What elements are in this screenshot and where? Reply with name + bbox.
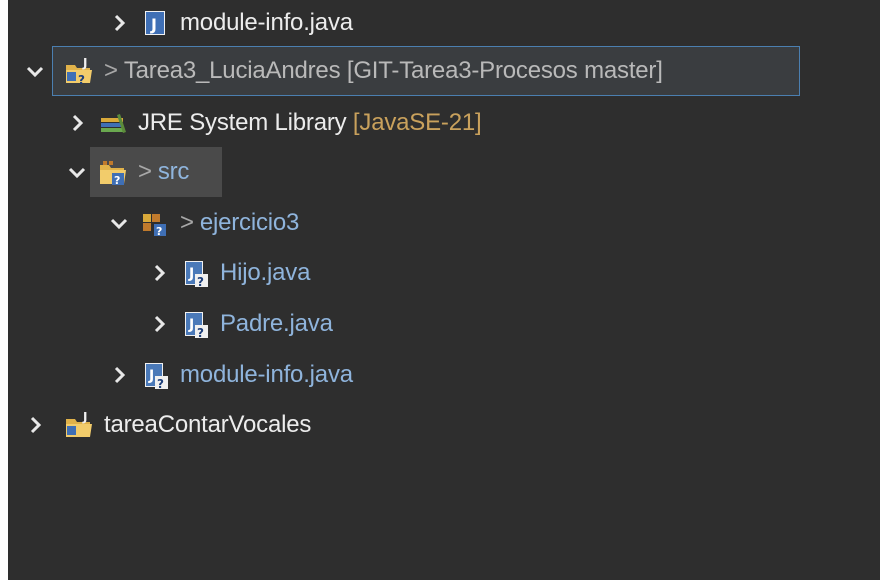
chevron-down-icon[interactable] <box>24 60 46 82</box>
svg-text:?: ? <box>78 73 85 86</box>
library-books-icon <box>98 108 128 138</box>
project-name: tareaContarVocales <box>104 411 312 438</box>
svg-text:?: ? <box>197 326 204 339</box>
chevron-right-icon[interactable] <box>108 12 130 34</box>
tree-item-src[interactable]: ? > src <box>8 147 880 197</box>
library-version-suffix: [JavaSE-21] <box>352 109 482 136</box>
tree-item-project-tarea3[interactable]: ? J > Tarea3_LuciaAndres [GIT-Tarea3-Proc… <box>8 46 880 96</box>
java-module-file-icon: J <box>140 8 170 38</box>
git-decorator: > <box>138 158 152 185</box>
svg-text:J: J <box>188 266 194 282</box>
svg-text:J: J <box>82 56 87 70</box>
source-folder-unknown-icon: ? <box>98 157 128 187</box>
tree-item-project-tareacontarvocales[interactable]: J tareaContarVocales <box>8 400 880 450</box>
java-project-unknown-icon: ? J <box>64 56 94 86</box>
chevron-right-icon[interactable] <box>108 364 130 386</box>
svg-text:?: ? <box>157 377 164 390</box>
git-branch-suffix: [GIT-Tarea3-Procesos master] <box>346 57 663 84</box>
svg-text:?: ? <box>114 174 120 187</box>
java-file-unknown-icon: J ? <box>180 309 210 339</box>
java-project-icon: J <box>64 410 94 440</box>
chevron-right-icon[interactable] <box>24 414 46 436</box>
tree-item-module-info[interactable]: J ? module-info.java <box>8 350 880 400</box>
library-label: JRE System Library <box>138 109 347 136</box>
git-decorator: > <box>180 209 194 236</box>
file-name: module-info.java <box>180 361 353 388</box>
tree-item-module-info-top[interactable]: J module-info.java <box>8 0 880 48</box>
svg-text:J: J <box>150 15 157 34</box>
file-name: Padre.java <box>220 310 333 337</box>
java-file-unknown-icon: J ? <box>140 360 170 390</box>
package-unknown-icon: ? <box>140 208 170 238</box>
git-decorator: > <box>104 57 118 84</box>
tree-item-package-ejercicio3[interactable]: ? > ejercicio3 <box>8 198 880 248</box>
svg-text:J: J <box>148 368 154 384</box>
chevron-right-icon[interactable] <box>66 112 88 134</box>
file-name: Hijo.java <box>220 259 311 286</box>
chevron-right-icon[interactable] <box>148 262 170 284</box>
tree-item-label: module-info.java <box>180 9 353 36</box>
svg-text:J: J <box>82 410 87 424</box>
tree-item-hijo-java[interactable]: J ? Hijo.java <box>8 248 880 298</box>
chevron-down-icon[interactable] <box>66 161 88 183</box>
package-name: ejercicio3 <box>199 209 300 236</box>
src-folder-name: src <box>157 158 190 185</box>
svg-text:J: J <box>188 317 194 333</box>
java-file-unknown-icon: J ? <box>180 258 210 288</box>
package-explorer-tree: J module-info.java ? J > Tarea3_LuciaAndr… <box>8 0 880 580</box>
chevron-right-icon[interactable] <box>148 313 170 335</box>
svg-text:?: ? <box>156 225 162 238</box>
tree-item-jre-library[interactable]: JRE System Library [JavaSE-21] <box>8 98 880 148</box>
chevron-down-icon[interactable] <box>108 212 130 234</box>
project-name: Tarea3_LuciaAndres <box>123 57 341 84</box>
tree-item-padre-java[interactable]: J ? Padre.java <box>8 299 880 349</box>
svg-text:?: ? <box>197 275 204 288</box>
